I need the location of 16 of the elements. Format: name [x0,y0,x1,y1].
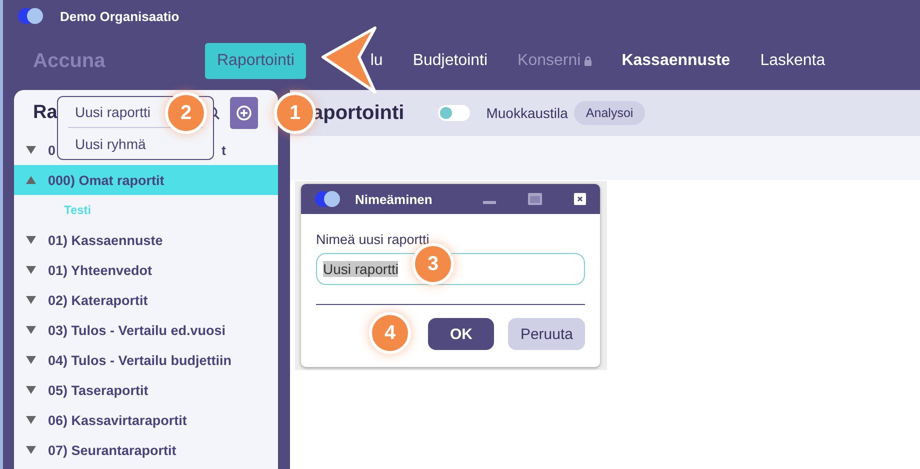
tree-label: 04) Tulos - Vertailu budjettiin [48,352,232,368]
tree-label: 01) Yhteenvedot [48,262,152,278]
brand-logo: Accuna [33,50,106,72]
organisation-name: Demo Organisaatio [60,8,180,24]
tree-label: 02) Kateraportit [48,292,148,308]
tree-label: 03) Tulos - Vertailu ed.vuosi [48,322,226,338]
tree-label: 01) Kassaennuste [48,232,163,248]
tree-label: 05) Taseraportit [48,382,148,398]
tree-label: 0 [48,142,56,158]
tree-label: 07) Seurantaraportit [48,442,176,458]
dialog-title: Nimeäminen [355,192,434,206]
sidebar-title: Ra [33,102,58,124]
tree-label: 000) Omat raportit [48,172,164,188]
tree-label: t [222,142,226,158]
tree-label: 06) Kassavirtaraportit [48,412,187,428]
toggle-label: Muokkaustila [486,105,568,121]
